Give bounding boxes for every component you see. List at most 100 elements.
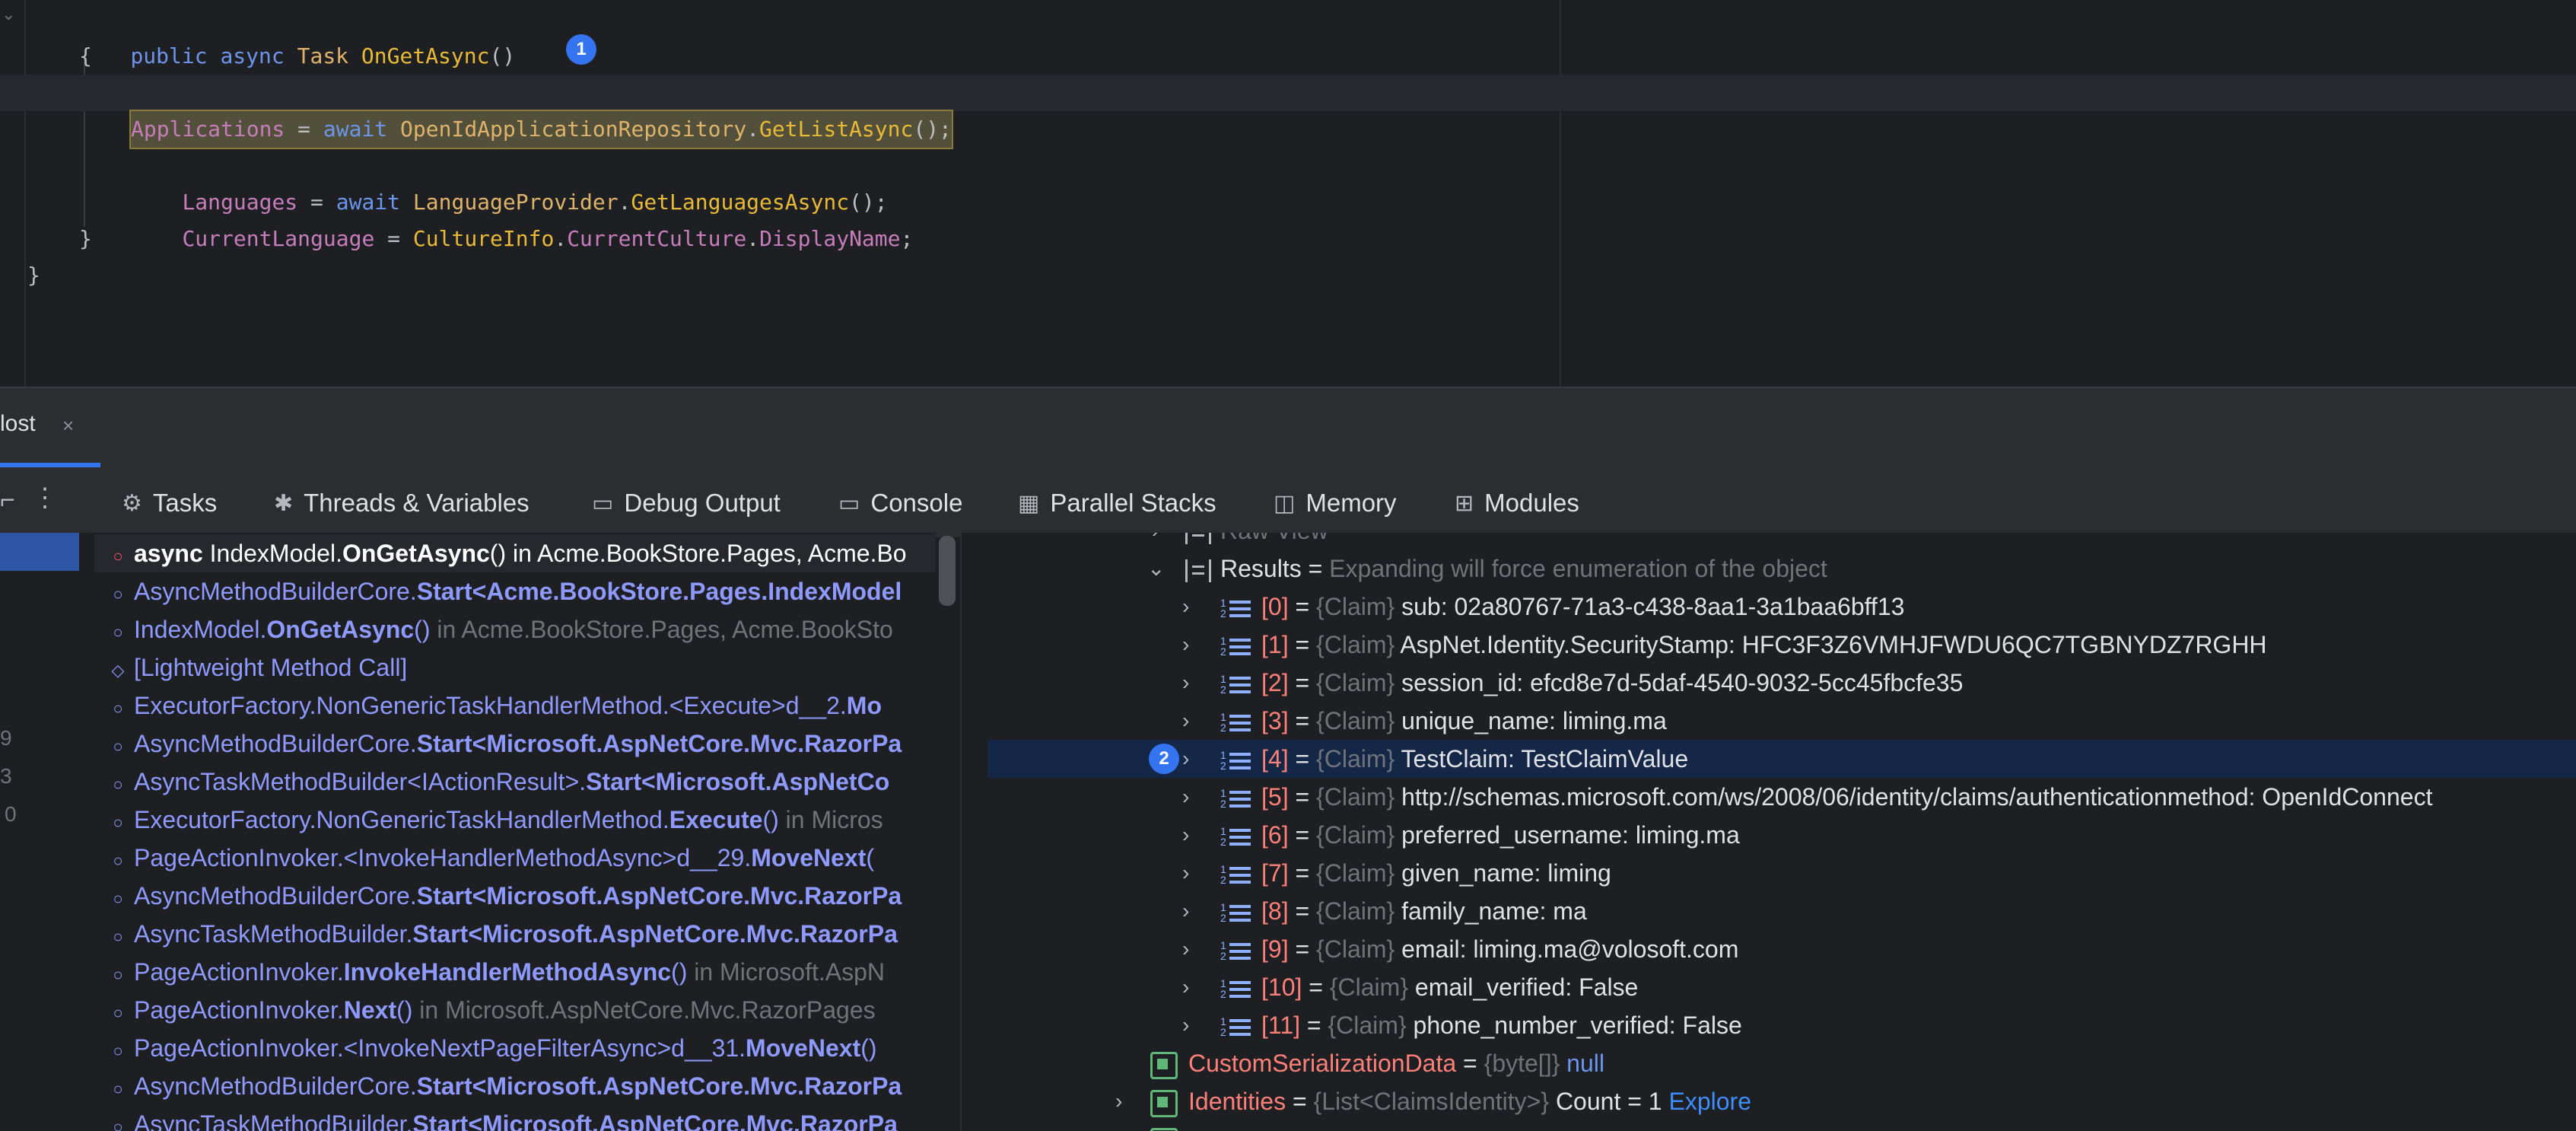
threads-list[interactable]: 9 3 0 [0,533,79,1131]
frame-row[interactable]: ○ AsyncMethodBuilderCore.Start<Microsoft.… [94,725,936,763]
chevron-down-icon[interactable]: ⌄ [1147,550,1165,588]
memory-icon: ◫ [1274,490,1296,516]
claim-row[interactable]: › 1 2 [6] = {Claim} preferred_username: lim… [962,816,2576,854]
claim-row-selected[interactable]: 2 › 1 2 [4] = {Claim} TestClaim: TestClaimVa… [987,740,2576,778]
frame-marker-icon: ○ [113,813,123,832]
chevron-right-icon[interactable]: › [1182,892,1189,930]
frames-scrollbar[interactable] [939,536,956,606]
field-icon [1150,1051,1178,1079]
claim-row[interactable]: › 1 2 [3] = {Claim} unique_name: liming.ma [962,702,2576,740]
frame-row[interactable]: ○ IndexModel.OnGetAsync() in Acme.BookSto… [94,610,936,648]
chevron-right-icon[interactable]: › [1182,930,1189,968]
right-margin-guide [1560,0,1561,387]
debug-tool-window-header: lost × [0,387,2576,470]
frame-row[interactable]: ◇ [Lightweight Method Call] [94,648,936,687]
frame-marker-icon: ○ [113,889,123,908]
tab-memory[interactable]: ◫ Memory [1274,469,1397,537]
parallel-stacks-icon: ▦ [1018,490,1040,516]
code-line-7: } [79,226,92,251]
list-icon: 12 [1220,674,1252,696]
breakpoint-highlight: Applications = await OpenIdApplicationRe… [129,110,953,149]
frame-row[interactable]: ○ ExecutorFactory.NonGenericTaskHandlerMe… [94,801,936,839]
frame-marker-icon: ○ [113,1041,123,1060]
chevron-right-icon[interactable]: › [1182,626,1189,664]
frame-row[interactable]: ○ PageActionInvoker.Next() in Microsoft.A… [94,991,936,1029]
frame-marker-icon: ◇ [111,661,125,680]
field-icon [1150,1089,1178,1117]
chevron-right-icon[interactable]: › [1182,968,1189,1006]
frame-marker-icon: ○ [113,965,123,984]
claim-row[interactable]: › 1 2 [11] = {Claim} phone_number_verified:… [962,1006,2576,1044]
frame-row[interactable]: ○ AsyncMethodBuilderCore.Start<Microsoft.… [94,877,936,915]
frame-marker-icon: ○ [113,927,123,946]
identities-row[interactable]: › Identities = {List<ClaimsIdentity>} Co… [962,1082,2576,1120]
variables-tree[interactable]: › Raw View ⌄ Results = Expanding will fo… [962,533,2576,1131]
chevron-right-icon[interactable]: › [1182,854,1189,892]
claim-row[interactable]: › 1 2 [7] = {Claim} given_name: liming [962,854,2576,892]
close-icon[interactable]: × [62,414,74,438]
fold-arrow-icon[interactable]: ⌄ [2,5,15,24]
frame-row[interactable]: ○ AsyncTaskMethodBuilder.Start<Microsoft.… [94,1105,936,1131]
frame-row[interactable]: ○ PageActionInvoker.<InvokeHandlerMethodA… [94,839,936,877]
explore-link[interactable]: Explore [1668,1088,1751,1115]
claim-row[interactable]: › 1 2 [2] = {Claim} session_id: efcd8e7d-5d… [962,664,2576,702]
field-icon [1150,1127,1178,1131]
chevron-right-icon[interactable]: › [1152,533,1159,550]
frame-row[interactable]: ○ AsyncTaskMethodBuilder.Start<Microsoft.… [94,915,936,953]
chevron-right-icon[interactable]: › [1182,664,1189,702]
frame-row[interactable]: ○ PageActionInvoker.InvokeHandlerMethodAs… [94,953,936,991]
chevron-right-icon[interactable]: › [1115,1082,1122,1120]
call-stack-frames[interactable]: ○ async IndexModel.OnGetAsync() in Acme.B… [79,533,936,1131]
annotation-badge-1: 1 [566,34,596,65]
selected-thread[interactable] [0,533,79,571]
tab-console[interactable]: ▭ Console [838,469,962,537]
chevron-right-icon[interactable]: › [1182,816,1189,854]
gutter-divider [24,0,26,387]
chevron-right-icon[interactable]: › [1182,702,1189,740]
chevron-right-icon[interactable]: › [1182,1006,1189,1044]
thread-number: 0 [5,802,17,826]
debug-session-tab[interactable]: lost × [0,388,100,467]
claim-row[interactable]: › 1 2 [0] = {Claim} sub: 02a80767-71a3-c438… [962,588,2576,626]
list-icon: 12 [1220,636,1252,658]
tab-threads-variables[interactable]: ✱ Threads & Variables [259,469,545,537]
code-editor[interactable]: ⌄ public async Task OnGetAsync() { Appli… [0,0,2576,387]
code-line-6: CurrentLanguage = CultureInfo.CurrentCul… [182,226,914,251]
frame-marker-icon: ○ [113,699,123,718]
tab-tasks[interactable]: ⚙ Tasks [122,469,217,537]
next-field-row[interactable] [962,1120,2576,1131]
annotation-badge-2: 2 [1149,744,1179,774]
raw-view-icon [1185,533,1211,544]
chevron-right-icon[interactable]: › [1182,778,1189,816]
chevron-right-icon[interactable]: › [1182,740,1189,778]
more-options-icon[interactable]: ⋮ [32,483,58,513]
frame-row[interactable]: ○ async IndexModel.OnGetAsync() in Acme.B… [94,534,936,572]
bug-icon: ✱ [274,490,294,516]
claim-row[interactable]: › 1 2 [1] = {Claim} AspNet.Identity.Securit… [962,626,2576,664]
list-icon: 12 [1220,597,1252,620]
custom-serialization-row[interactable]: CustomSerializationData = {byte[]} null [962,1044,2576,1082]
layout-icon[interactable]: ⌐ [0,486,15,515]
tab-modules[interactable]: ⊞ Modules [1455,469,1579,537]
frame-row[interactable]: ○ AsyncTaskMethodBuilder<IActionResult>.S… [94,763,936,801]
frame-marker-icon: ○ [113,1003,123,1022]
frame-marker-icon: ○ [113,1079,123,1098]
frame-row[interactable]: ○ ExecutorFactory.NonGenericTaskHandlerMe… [94,687,936,725]
chevron-right-icon[interactable]: › [1182,588,1189,626]
session-tab-indicator [0,463,100,467]
claim-row[interactable]: › 1 2 [8] = {Claim} family_name: ma [962,892,2576,930]
claim-row[interactable]: › 1 2 [10] = {Claim} email_verified: False [962,968,2576,1006]
list-icon: 12 [1220,940,1252,963]
results-icon [1185,559,1211,582]
frame-row[interactable]: ○ AsyncMethodBuilderCore.Start<Microsoft.… [94,1067,936,1105]
raw-view-row[interactable]: › Raw View [962,533,2576,550]
list-icon: 12 [1220,1016,1252,1039]
tab-debug-output[interactable]: ▭ Debug Output [592,469,781,537]
claim-row[interactable]: › 1 2 [9] = {Claim} email: liming.ma@voloso… [962,930,2576,968]
claim-row[interactable]: › 1 2 [5] = {Claim} http://schemas.microsof… [962,778,2576,816]
frame-row[interactable]: ○ PageActionInvoker.<InvokeNextPageFilter… [94,1029,936,1067]
list-icon: 12 [1220,788,1252,811]
frame-row[interactable]: ○ AsyncMethodBuilderCore.Start<Acme.BookS… [94,572,936,610]
tab-parallel-stacks[interactable]: ▦ Parallel Stacks [1018,469,1216,537]
results-row[interactable]: ⌄ Results = Expanding will force enumera… [962,550,2576,588]
